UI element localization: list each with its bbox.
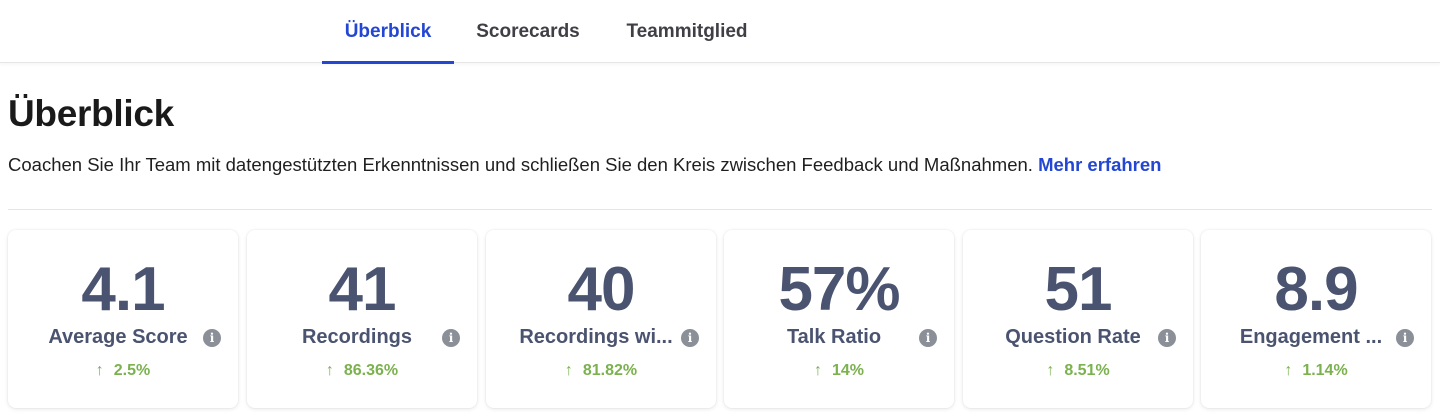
metric-label: Talk Ratio [786, 326, 882, 348]
metric-change-value: 81.82% [582, 362, 638, 379]
metric-card-average-score: 4.1 Average Score i ↑ 2.5% [8, 230, 238, 408]
metric-label: Recordings [301, 326, 413, 348]
info-icon[interactable]: i [442, 329, 460, 347]
arrow-up-icon: ↑ [325, 362, 334, 379]
tab-label: Scorecards [476, 20, 580, 42]
info-icon[interactable]: i [1158, 329, 1176, 347]
metric-change: ↑ 86.36% [247, 362, 477, 380]
metric-card-question-rate: 51 Question Rate i ↑ 8.51% [963, 230, 1193, 408]
top-navigation: Überblick Scorecards Teammitglied [0, 0, 1440, 64]
metric-card-talk-ratio: 57% Talk Ratio i ↑ 14% [724, 230, 954, 408]
metric-card-recordings-with: 40 Recordings wi... i ↑ 81.82% [486, 230, 716, 408]
metric-label: Engagement ... [1239, 326, 1383, 348]
metric-label-row: Recordings wi... i [486, 326, 716, 352]
arrow-up-icon: ↑ [1284, 362, 1293, 379]
metric-change: ↑ 2.5% [8, 362, 238, 380]
metric-value: 51 [1044, 255, 1113, 324]
metric-value: 41 [328, 255, 397, 324]
section-divider [8, 209, 1432, 210]
metric-label: Question Rate [1005, 326, 1141, 348]
metric-label-row: Talk Ratio i [724, 326, 954, 352]
metric-value: 4.1 [81, 255, 165, 324]
metric-change: ↑ 1.14% [1201, 362, 1431, 380]
metric-label-row: Recordings i [247, 326, 477, 352]
metric-card-recordings: 41 Recordings i ↑ 86.36% [247, 230, 477, 408]
info-icon[interactable]: i [681, 329, 699, 347]
info-icon[interactable]: i [919, 329, 937, 347]
metric-cards: 4.1 Average Score i ↑ 2.5% 41 Recordings … [8, 230, 1432, 408]
metric-value: 57% [778, 255, 900, 324]
arrow-up-icon: ↑ [1046, 362, 1055, 379]
arrow-up-icon: ↑ [813, 362, 822, 379]
metric-label-row: Question Rate i [963, 326, 1193, 352]
metric-value: 8.9 [1274, 255, 1358, 324]
arrow-up-icon: ↑ [564, 362, 573, 379]
tab-label: Teammitglied [626, 20, 748, 42]
metric-card-engagement: 8.9 Engagement ... i ↑ 1.14% [1201, 230, 1431, 408]
metric-label: Recordings wi... [519, 326, 673, 348]
metric-change-value: 1.14% [1302, 362, 1348, 379]
metric-change-value: 8.51% [1064, 362, 1110, 379]
arrow-up-icon: ↑ [95, 362, 104, 379]
metric-change: ↑ 14% [724, 362, 954, 380]
metric-label-row: Average Score i [8, 326, 238, 352]
page-description: Coachen Sie Ihr Team mit datengestützten… [8, 154, 1161, 176]
tab-overview[interactable]: Überblick [322, 0, 454, 64]
metric-label: Average Score [48, 326, 188, 348]
metric-change-value: 2.5% [113, 362, 151, 379]
metric-change-value: 86.36% [343, 362, 399, 379]
learn-more-link[interactable]: Mehr erfahren [1038, 154, 1161, 175]
metric-change-value: 14% [831, 362, 865, 379]
metric-change: ↑ 81.82% [486, 362, 716, 380]
info-icon[interactable]: i [203, 329, 221, 347]
metric-value: 40 [567, 255, 636, 324]
description-text: Coachen Sie Ihr Team mit datengestützten… [8, 154, 1033, 175]
tab-team-member[interactable]: Teammitglied [612, 0, 762, 63]
page-title: Überblick [8, 93, 174, 134]
tab-label: Überblick [344, 20, 432, 42]
info-icon[interactable]: i [1396, 329, 1414, 347]
metric-label-row: Engagement ... i [1201, 326, 1431, 352]
metric-change: ↑ 8.51% [963, 362, 1193, 380]
tab-scorecards[interactable]: Scorecards [466, 0, 590, 63]
